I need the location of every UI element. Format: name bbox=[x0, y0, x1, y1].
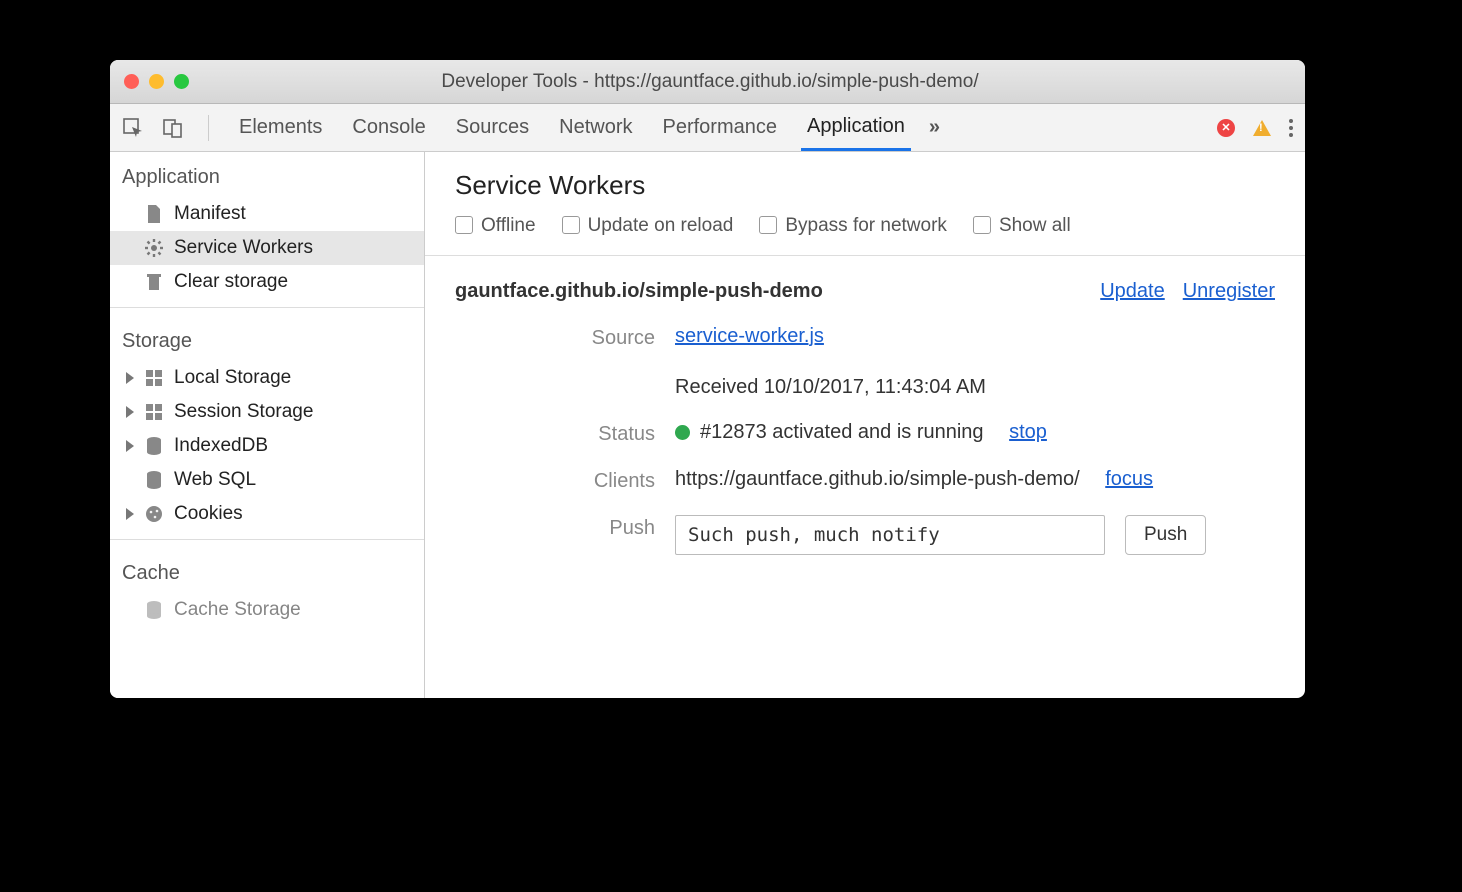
source-label: Source bbox=[455, 325, 655, 350]
tab-elements[interactable]: Elements bbox=[233, 104, 328, 151]
zoom-window-button[interactable] bbox=[174, 74, 189, 89]
database-icon bbox=[144, 600, 164, 620]
sidebar-item-websql[interactable]: Web SQL bbox=[110, 463, 424, 497]
devtools-tab-bar: Elements Console Sources Network Perform… bbox=[110, 104, 1305, 152]
panel-body: Application Manifest Service Workers Cle… bbox=[110, 152, 1305, 698]
status-indicator-icon bbox=[675, 425, 690, 440]
database-icon bbox=[144, 470, 164, 490]
status-text: #12873 activated and is running bbox=[700, 421, 984, 444]
push-label: Push bbox=[455, 515, 655, 540]
sidebar-item-cookies[interactable]: Cookies bbox=[110, 497, 424, 531]
sidebar-item-label: Local Storage bbox=[174, 367, 291, 389]
database-icon bbox=[144, 436, 164, 456]
tab-sources[interactable]: Sources bbox=[450, 104, 535, 151]
sidebar-item-session-storage[interactable]: Session Storage bbox=[110, 395, 424, 429]
sidebar-item-indexeddb[interactable]: IndexedDB bbox=[110, 429, 424, 463]
show-all-checkbox[interactable]: Show all bbox=[973, 215, 1071, 237]
update-on-reload-checkbox[interactable]: Update on reload bbox=[562, 215, 734, 237]
bypass-network-checkbox[interactable]: Bypass for network bbox=[759, 215, 947, 237]
sidebar-item-clear-storage[interactable]: Clear storage bbox=[110, 265, 424, 299]
divider bbox=[208, 115, 209, 141]
sidebar-item-service-workers[interactable]: Service Workers bbox=[110, 231, 424, 265]
tab-application[interactable]: Application bbox=[801, 104, 911, 151]
close-window-button[interactable] bbox=[124, 74, 139, 89]
sidebar-group-storage: Storage bbox=[110, 316, 424, 361]
tab-performance[interactable]: Performance bbox=[657, 104, 784, 151]
titlebar: Developer Tools - https://gauntface.gith… bbox=[110, 60, 1305, 104]
sidebar-item-label: Session Storage bbox=[174, 401, 313, 423]
minimize-window-button[interactable] bbox=[149, 74, 164, 89]
grid-icon bbox=[144, 368, 164, 388]
sidebar-item-label: Clear storage bbox=[174, 271, 288, 293]
file-icon bbox=[144, 204, 164, 224]
cookie-icon bbox=[144, 504, 164, 524]
push-button[interactable]: Push bbox=[1125, 515, 1206, 555]
device-toggle-icon[interactable] bbox=[162, 117, 184, 139]
unregister-link[interactable]: Unregister bbox=[1183, 280, 1275, 303]
client-url: https://gauntface.github.io/simple-push-… bbox=[675, 468, 1080, 491]
sidebar-item-label: Cache Storage bbox=[174, 599, 301, 621]
update-link[interactable]: Update bbox=[1100, 280, 1165, 303]
grid-icon bbox=[144, 402, 164, 422]
divider bbox=[110, 539, 424, 540]
expand-icon[interactable] bbox=[126, 440, 134, 452]
origin-row: gauntface.github.io/simple-push-demo Upd… bbox=[425, 256, 1305, 315]
window-title: Developer Tools - https://gauntface.gith… bbox=[209, 71, 1291, 93]
sidebar-group-cache: Cache bbox=[110, 548, 424, 593]
push-message-input[interactable] bbox=[675, 515, 1105, 555]
errors-badge-icon[interactable] bbox=[1217, 119, 1235, 137]
application-sidebar: Application Manifest Service Workers Cle… bbox=[110, 152, 425, 698]
service-workers-panel: Service Workers Offline Update on reload… bbox=[425, 152, 1305, 698]
received-text: Received 10/10/2017, 11:43:04 AM bbox=[675, 376, 1275, 399]
divider bbox=[110, 307, 424, 308]
inspect-element-icon[interactable] bbox=[122, 117, 144, 139]
options-row: Offline Update on reload Bypass for netw… bbox=[455, 215, 1275, 251]
source-file-link[interactable]: service-worker.js bbox=[675, 325, 824, 348]
clients-label: Clients bbox=[455, 468, 655, 493]
sidebar-item-label: Cookies bbox=[174, 503, 243, 525]
expand-icon[interactable] bbox=[126, 372, 134, 384]
sidebar-item-cache-storage[interactable]: Cache Storage bbox=[110, 593, 424, 627]
gear-icon bbox=[144, 238, 164, 258]
origin-text: gauntface.github.io/simple-push-demo bbox=[455, 280, 823, 303]
tab-console[interactable]: Console bbox=[346, 104, 431, 151]
offline-checkbox[interactable]: Offline bbox=[455, 215, 536, 237]
trash-icon bbox=[144, 272, 164, 292]
sidebar-item-manifest[interactable]: Manifest bbox=[110, 197, 424, 231]
sidebar-item-label: Manifest bbox=[174, 203, 246, 225]
panel-title: Service Workers bbox=[455, 170, 1275, 201]
stop-link[interactable]: stop bbox=[1009, 421, 1047, 444]
devtools-window: Developer Tools - https://gauntface.gith… bbox=[110, 60, 1305, 698]
focus-link[interactable]: focus bbox=[1105, 468, 1153, 491]
sidebar-item-label: Web SQL bbox=[174, 469, 256, 491]
more-tabs-icon[interactable]: » bbox=[929, 116, 940, 139]
warnings-badge-icon[interactable] bbox=[1253, 120, 1271, 136]
expand-icon[interactable] bbox=[126, 406, 134, 418]
traffic-lights bbox=[124, 74, 189, 89]
status-label: Status bbox=[455, 421, 655, 446]
sidebar-group-application: Application bbox=[110, 152, 424, 197]
sidebar-item-label: IndexedDB bbox=[174, 435, 268, 457]
tab-network[interactable]: Network bbox=[553, 104, 638, 151]
sidebar-item-label: Service Workers bbox=[174, 237, 313, 259]
sidebar-item-local-storage[interactable]: Local Storage bbox=[110, 361, 424, 395]
expand-icon[interactable] bbox=[126, 508, 134, 520]
settings-menu-icon[interactable] bbox=[1289, 119, 1293, 137]
